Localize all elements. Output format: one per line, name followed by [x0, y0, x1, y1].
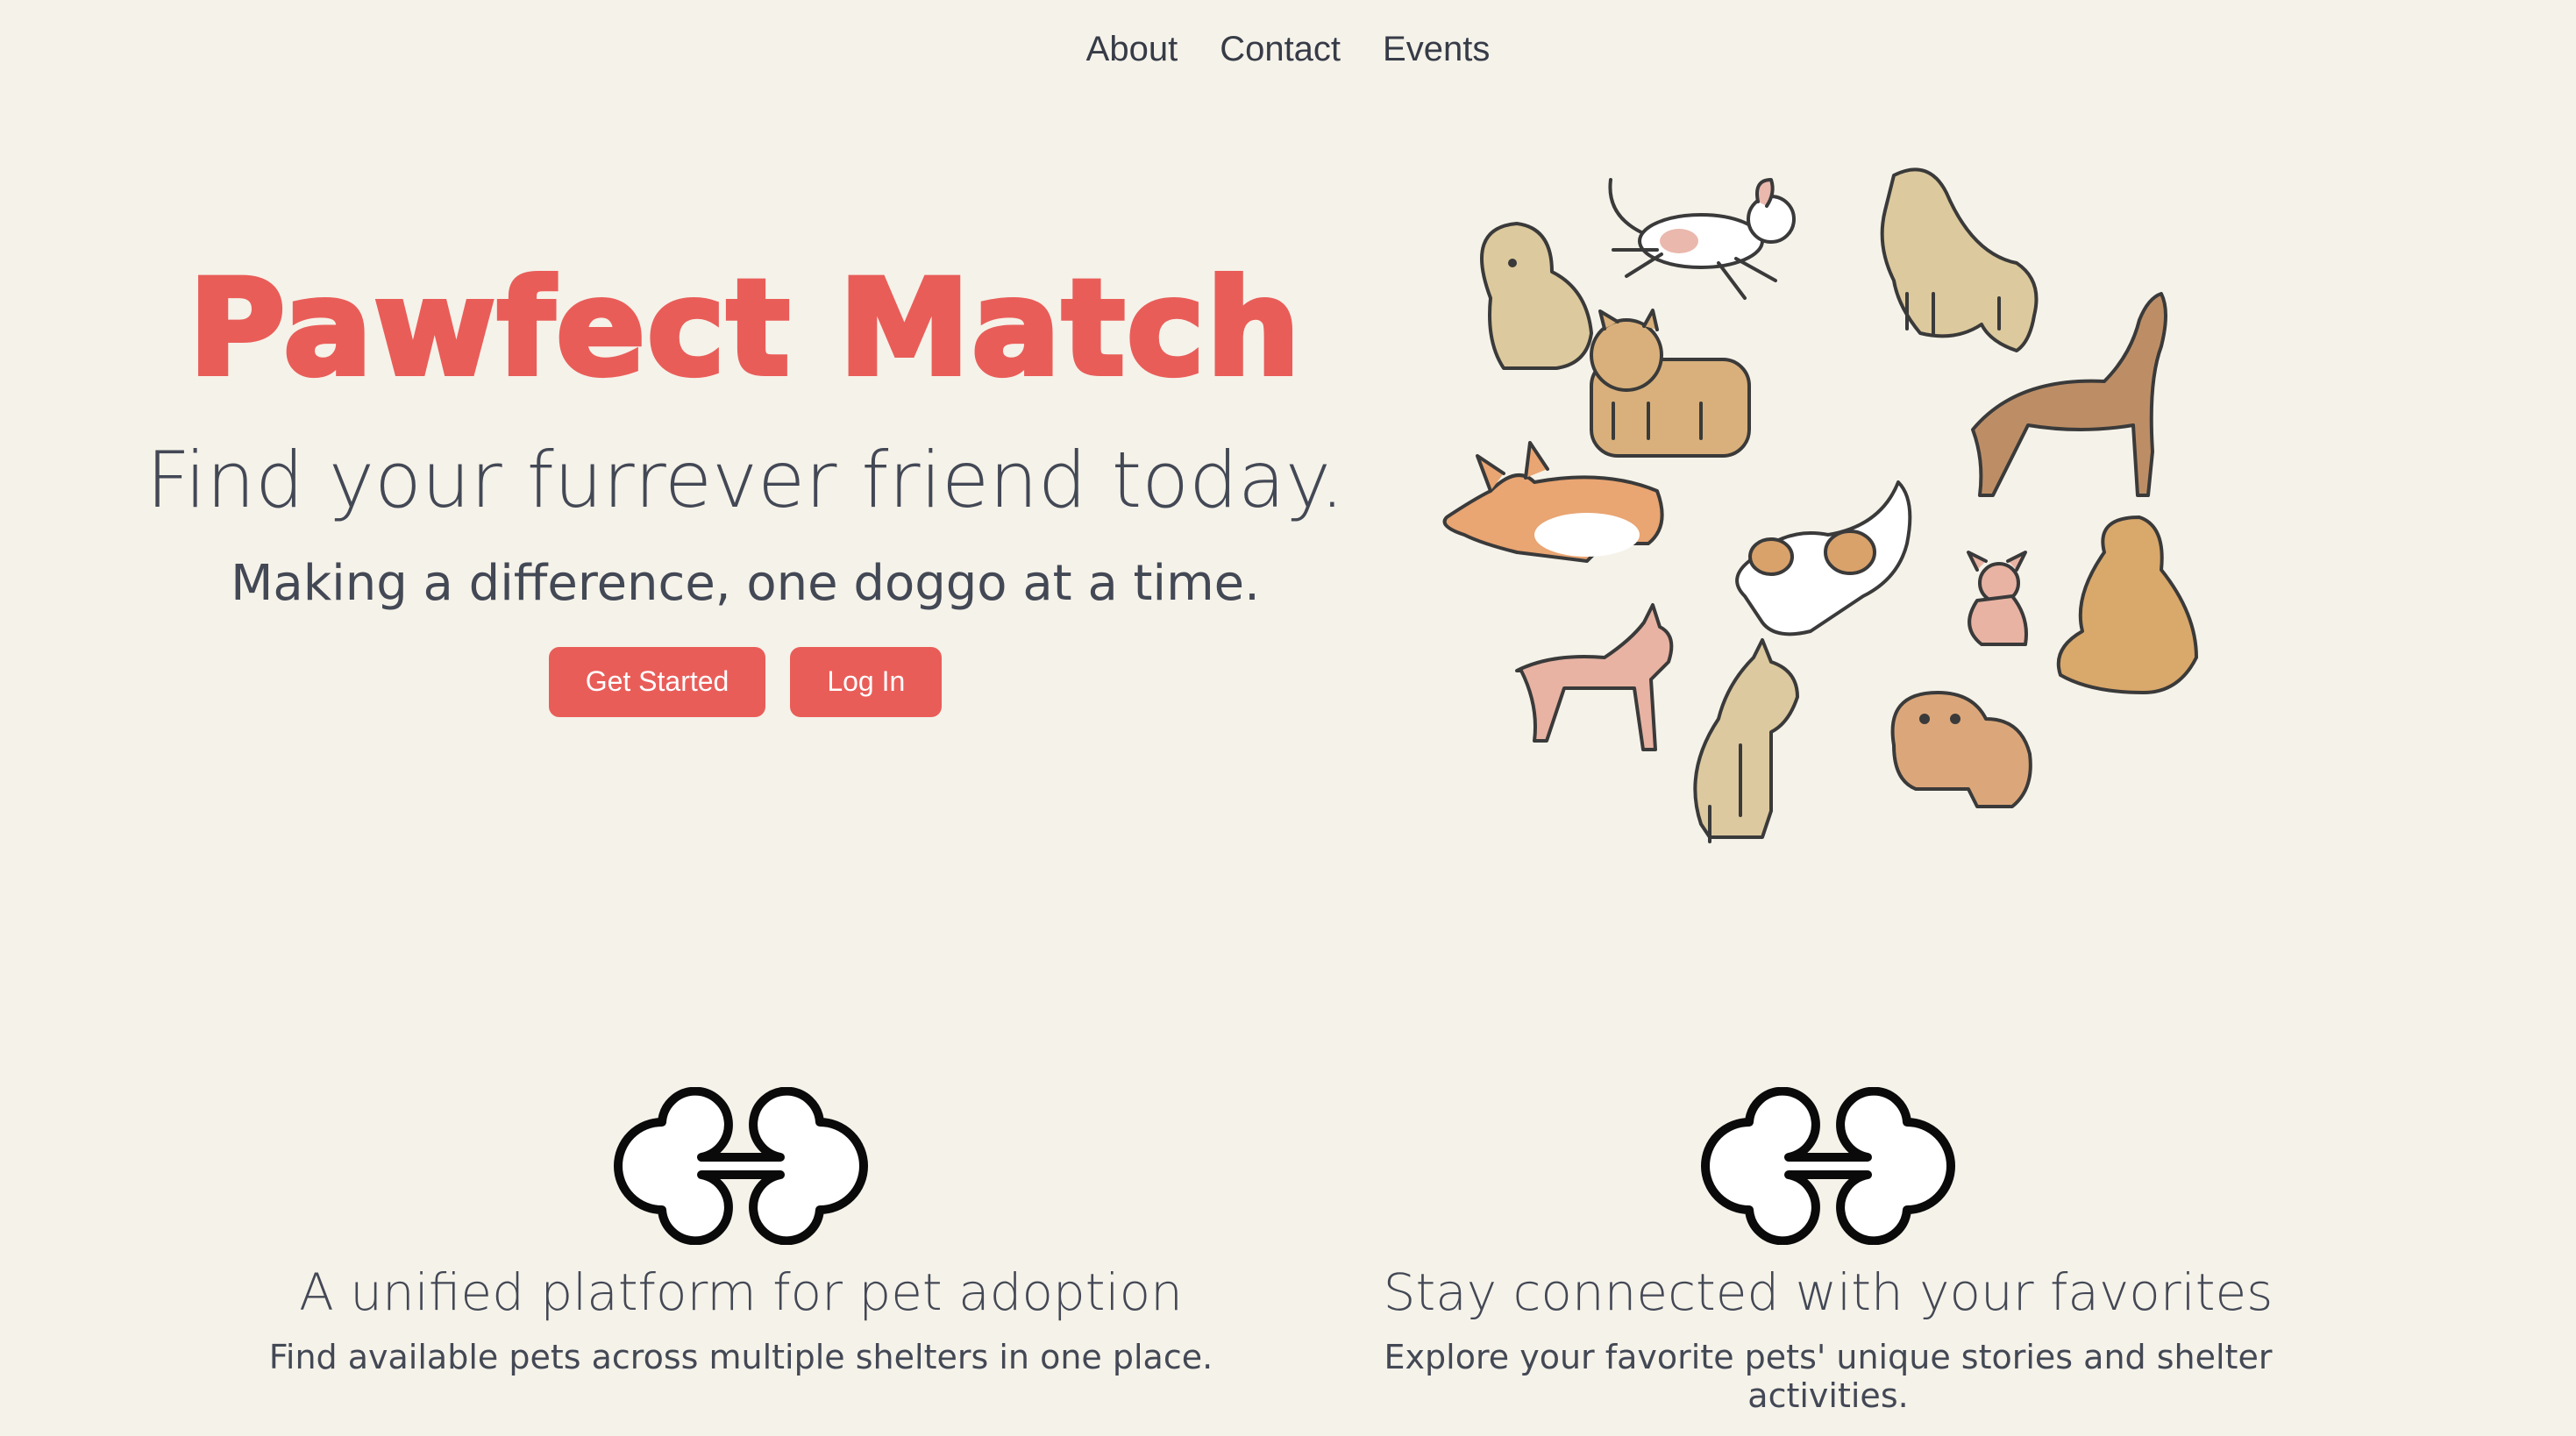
dog-poodle	[2056, 515, 2198, 694]
feature-stay-connected: Stay connected with your favorites Explo…	[1302, 1087, 2354, 1415]
nav-events-link[interactable]: Events	[1383, 26, 1490, 72]
dog-afghan-hound	[1880, 167, 2039, 352]
login-button[interactable]: Log In	[790, 646, 943, 717]
brand-title: Pawfect Match	[186, 252, 1302, 405]
bone-icon	[614, 1087, 868, 1245]
nav-contact-link[interactable]: Contact	[1220, 26, 1341, 72]
hero-section: Pawfect Match Find your furrever friend …	[132, 252, 1359, 717]
dog-running-white	[1608, 178, 1796, 300]
dog-bulldog	[1890, 691, 2032, 808]
feature-title: Stay connected with your favorites	[1383, 1262, 2274, 1322]
dog-corgi	[1442, 441, 1664, 563]
dog-chihuahua	[1967, 551, 2028, 646]
dog-pink-terrier	[1515, 603, 1674, 751]
feature-description: Find available pets across multiple shel…	[268, 1338, 1213, 1376]
top-nav: About Contact Events	[0, 26, 2576, 72]
feature-unified-platform: A unified platform for pet adoption Find…	[215, 1087, 1267, 1376]
feature-title: A unified platform for pet adoption	[299, 1262, 1183, 1322]
dog-husky	[1693, 638, 1799, 843]
get-started-button[interactable]: Get Started	[548, 646, 766, 717]
dog-yorkie	[1590, 309, 1751, 458]
hero-buttons: Get Started Log In	[132, 646, 1359, 717]
landing-page: About Contact Events Pawfect Match Find …	[0, 0, 2576, 1436]
hero-subtitle: Making a difference, one doggo at a time…	[231, 554, 1260, 612]
bone-icon	[1701, 1087, 1955, 1245]
hero-tagline: Find your furrever friend today.	[146, 435, 1345, 525]
dog-fluffy-sitting	[1480, 222, 1593, 370]
dog-jack-russell	[1735, 480, 1912, 636]
nav-about-link[interactable]: About	[1086, 26, 1178, 72]
feature-description: Explore your favorite pets' unique stori…	[1384, 1338, 2273, 1415]
dogs-illustration	[1442, 167, 2198, 843]
